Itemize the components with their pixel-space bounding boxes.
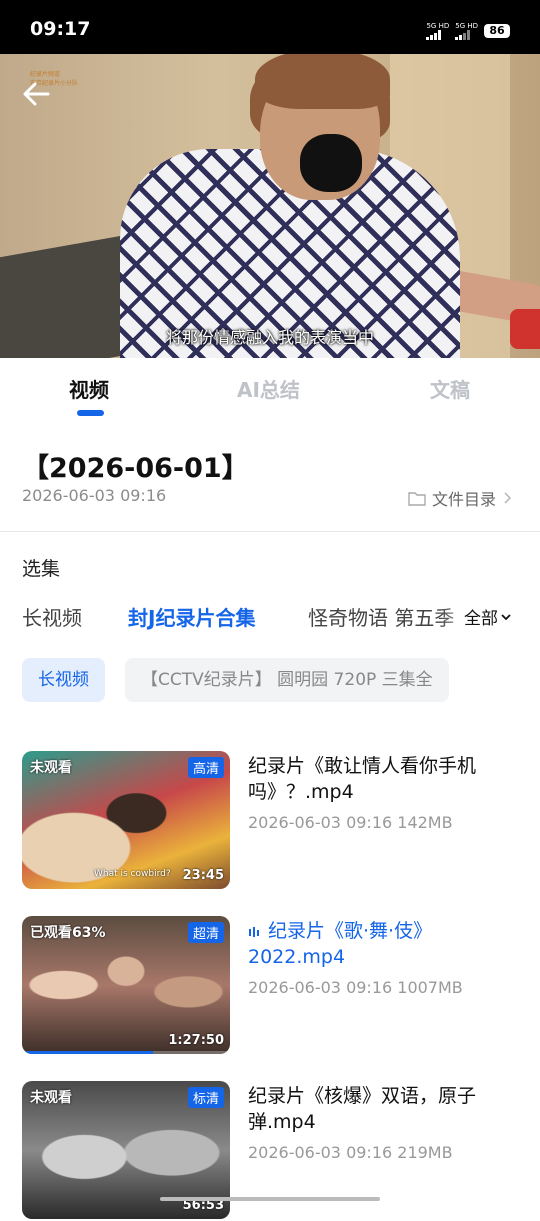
home-indicator[interactable]: [160, 1197, 380, 1201]
watch-progress-fill: [22, 1051, 154, 1054]
file-directory-button[interactable]: 文件目录: [408, 486, 512, 510]
signal-icon: 5G HD: [426, 22, 449, 40]
status-bar: 09:17 5G HD 5G HD 86: [0, 0, 540, 54]
tab-transcript[interactable]: 文稿: [430, 374, 470, 403]
status-indicators: 5G HD 5G HD 86: [426, 22, 510, 40]
all-episodes-button[interactable]: 全部: [464, 604, 512, 629]
episodes-section-title: 选集: [22, 558, 61, 580]
content-tabs: 视频 AI总结 文稿: [0, 358, 540, 420]
battery-icon: 86: [484, 24, 510, 38]
tab-video[interactable]: 视频: [69, 374, 109, 403]
tab-ai-summary[interactable]: AI总结: [237, 374, 300, 403]
page-title: 【2026-06-01】: [22, 453, 249, 484]
now-playing-icon: [249, 926, 259, 937]
video-frame-decor: [255, 54, 390, 109]
item-title: 纪录片《核爆》双语，原子弹.mp4: [248, 1085, 477, 1133]
episode-tab-long-video[interactable]: 长视频: [22, 602, 82, 631]
video-player[interactable]: 纪录片频道 东京纪录片小分队 将那份情感融入我的表演当中: [0, 54, 540, 358]
episode-tab-collection[interactable]: 封J纪录片合集: [128, 602, 255, 631]
status-time: 09:17: [30, 18, 91, 40]
network-label: 5G HD: [455, 22, 478, 30]
divider: [0, 531, 540, 532]
episode-tabs: 长视频 封J纪录片合集 怪奇物语 第五季: [0, 600, 540, 634]
episode-tab-stranger-things[interactable]: 怪奇物语 第五季: [308, 602, 454, 631]
video-thumbnail[interactable]: 未观看 高清 What is cowbird? 23:45: [22, 751, 230, 889]
list-item[interactable]: 未观看 高清 What is cowbird? 23:45 纪录片《敢让情人看你…: [0, 751, 540, 891]
all-episodes-label: 全部: [464, 609, 498, 629]
upload-date: 2026-06-03 09:16: [22, 486, 167, 505]
duration-label: 23:45: [182, 868, 224, 883]
network-label: 5G HD: [426, 22, 450, 30]
signal-icon: 5G HD: [455, 22, 478, 40]
back-arrow-icon[interactable]: [18, 76, 54, 112]
quality-badge: 高清: [187, 757, 224, 778]
watch-status: 未观看: [30, 1090, 72, 1106]
quality-badge: 超清: [187, 922, 224, 943]
watch-status: 已观看63%: [30, 925, 106, 941]
list-item[interactable]: 已观看63% 超清 1:27:50 纪录片《歌·舞·伎》2022.mp4 202…: [0, 916, 540, 1056]
chip-cctv-documentary[interactable]: 【CCTV纪录片】 圆明园 720P 三集全: [125, 658, 449, 702]
duration-label: 1:27:50: [168, 1033, 224, 1048]
chip-long-video[interactable]: 长视频: [22, 658, 105, 702]
item-meta: 2026-06-03 09:16 219MB: [248, 1143, 453, 1162]
thumbnail-caption: What is cowbird?: [94, 869, 171, 879]
folder-icon: [408, 492, 426, 506]
item-title-playing: 纪录片《歌·舞·伎》2022.mp4: [248, 918, 520, 970]
item-meta: 2026-06-03 09:16 1007MB: [248, 978, 463, 997]
chevron-down-icon: [501, 613, 511, 620]
item-title: 纪录片《敢让情人看你手机吗》？.mp4: [248, 755, 477, 803]
watch-progress-bar: [22, 1051, 230, 1054]
item-title: 纪录片《歌·舞·伎》2022.mp4: [248, 920, 433, 968]
quality-badge: 标清: [187, 1087, 224, 1108]
video-thumbnail[interactable]: 已观看63% 超清 1:27:50: [22, 916, 230, 1054]
item-meta: 2026-06-03 09:16 142MB: [248, 813, 453, 832]
file-directory-label: 文件目录: [431, 490, 496, 509]
tab-indicator: [77, 410, 104, 416]
video-subtitle: 将那份情感融入我的表演当中: [165, 328, 374, 347]
watch-status: 未观看: [30, 760, 72, 776]
chevron-right-icon: [504, 492, 512, 504]
video-frame-decor: [300, 134, 362, 192]
